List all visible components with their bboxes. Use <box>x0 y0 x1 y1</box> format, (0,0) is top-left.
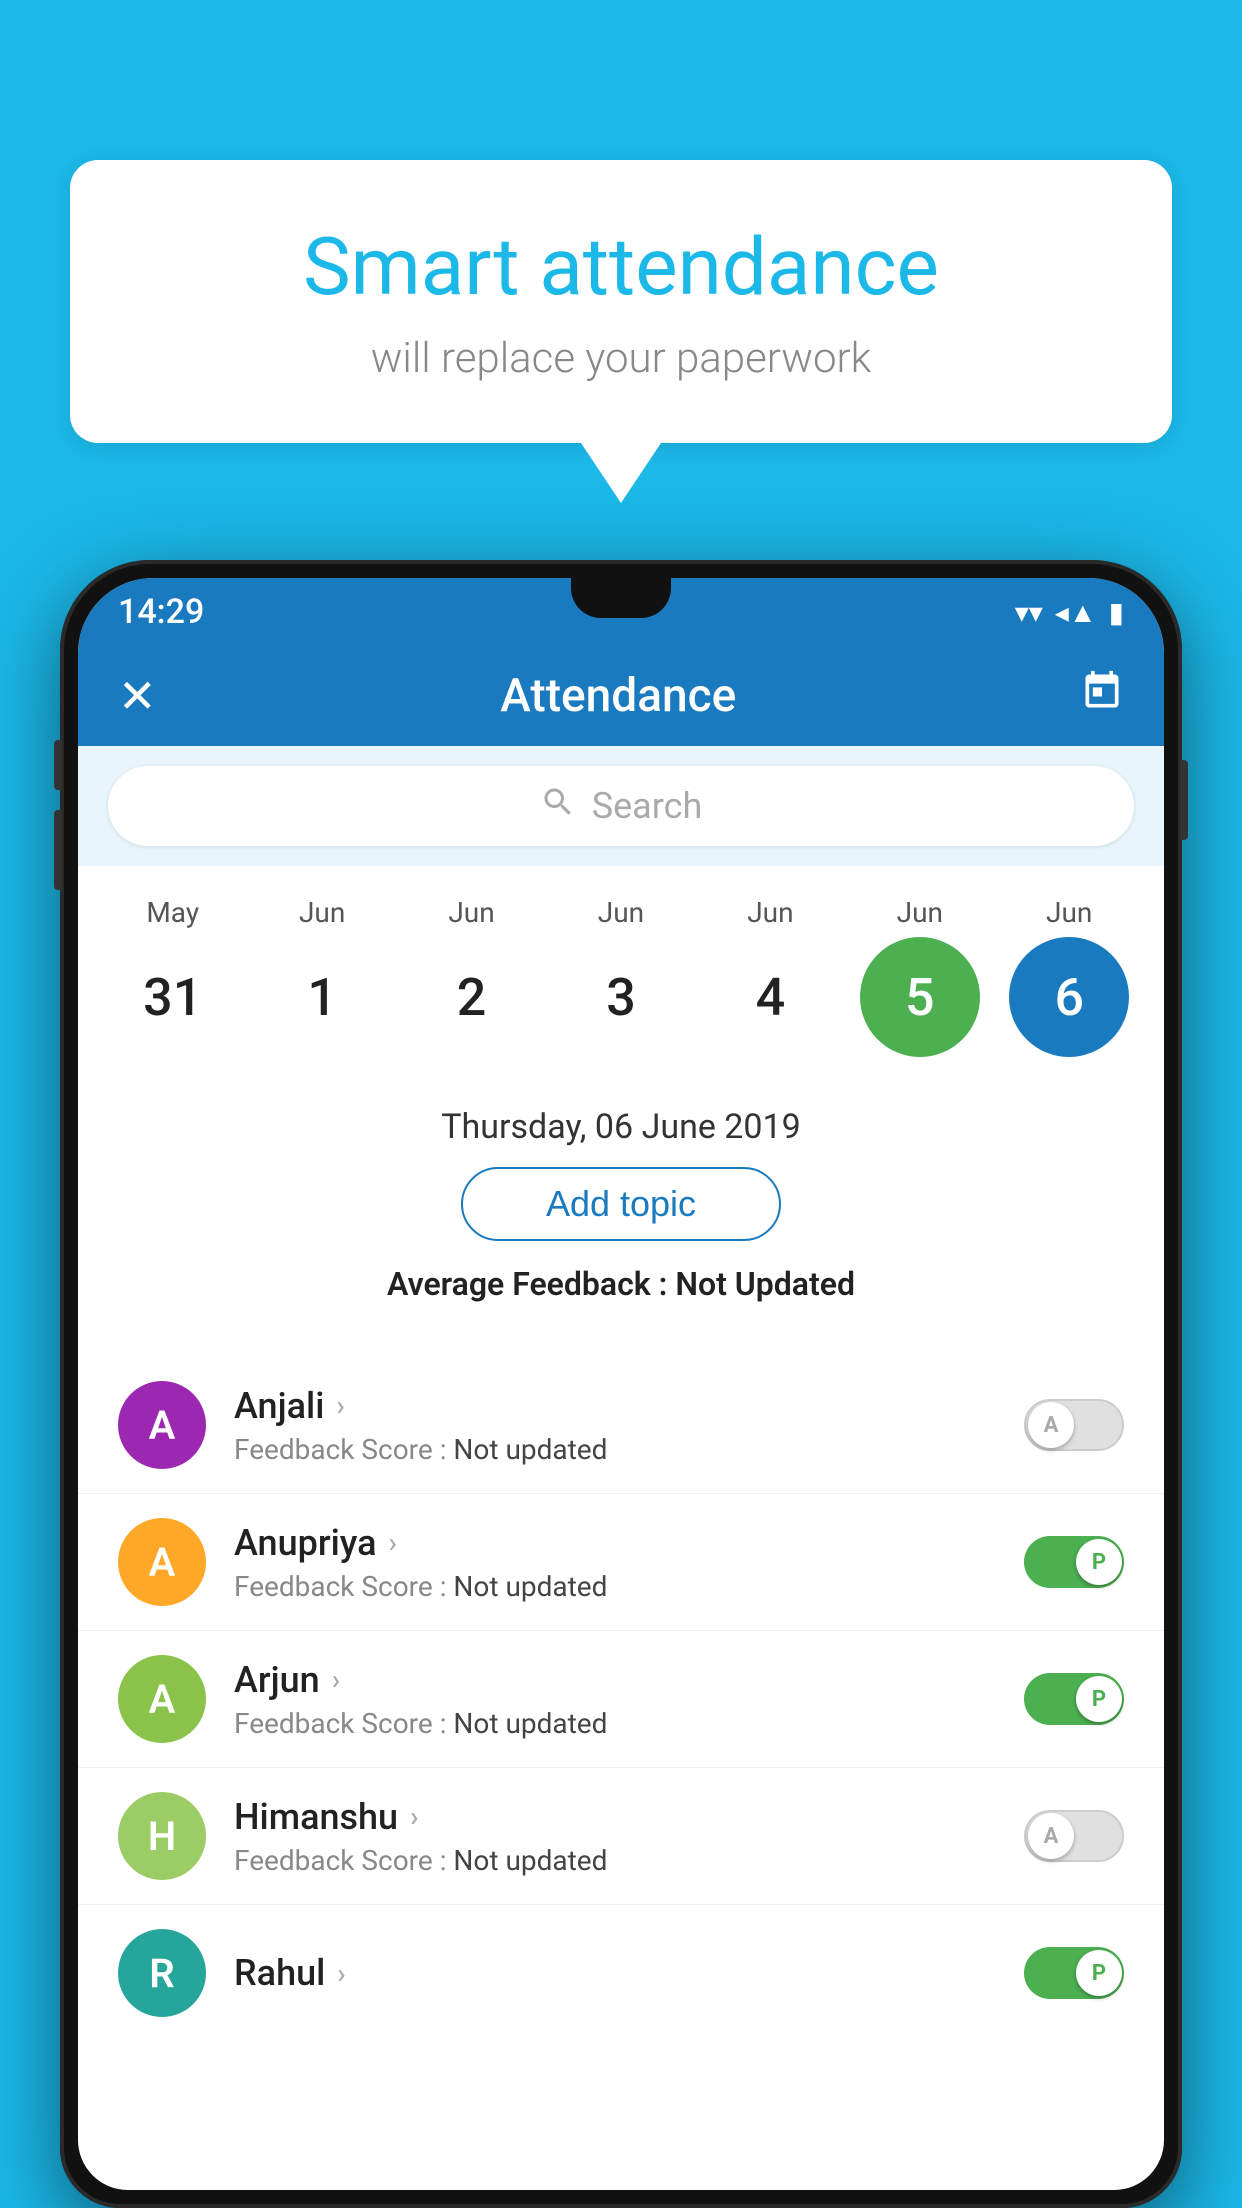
student-info-arjun: Arjun › Feedback Score : Not updated <box>234 1659 1024 1740</box>
day-2[interactable]: 2 <box>412 937 532 1057</box>
attendance-toggle-anjali[interactable]: A <box>1024 1399 1124 1451</box>
student-item-anjali[interactable]: A Anjali › Feedback Score : Not updated … <box>78 1357 1164 1494</box>
avatar-arjun: A <box>118 1655 206 1743</box>
battery-icon: ▮ <box>1109 596 1124 629</box>
student-item-arjun[interactable]: A Arjun › Feedback Score : Not updated P <box>78 1631 1164 1768</box>
avg-feedback-value: Not Updated <box>675 1265 855 1303</box>
search-placeholder: Search <box>592 785 703 827</box>
student-feedback-anjali: Feedback Score : Not updated <box>234 1433 1024 1466</box>
chevron-icon: › <box>336 1389 344 1422</box>
student-name-rahul: Rahul › <box>234 1952 1024 1994</box>
speech-bubble-arrow <box>581 443 661 503</box>
avg-feedback-label: Average Feedback : <box>387 1265 675 1303</box>
month-jun3: Jun <box>561 896 681 929</box>
volume-down-button <box>54 810 62 890</box>
student-list: A Anjali › Feedback Score : Not updated … <box>78 1357 1164 2041</box>
student-name-arjun: Arjun › <box>234 1659 1024 1701</box>
chevron-icon: › <box>337 1957 345 1990</box>
notch <box>571 578 671 618</box>
student-info-anjali: Anjali › Feedback Score : Not updated <box>234 1385 1024 1466</box>
speech-bubble: Smart attendance will replace your paper… <box>70 160 1172 443</box>
status-icons: ▾▾ ◂▲ ▮ <box>1015 596 1124 629</box>
attendance-toggle-rahul[interactable]: P <box>1024 1947 1124 1999</box>
day-3[interactable]: 3 <box>561 937 681 1057</box>
student-feedback-anupriya: Feedback Score : Not updated <box>234 1570 1024 1603</box>
day-row: 31 1 2 3 4 5 6 <box>98 937 1144 1057</box>
app-bar-title: Attendance <box>500 669 736 723</box>
search-bar[interactable]: Search <box>108 766 1134 846</box>
toggle-knob-arjun: P <box>1076 1676 1122 1722</box>
phone-frame: 14:29 ▾▾ ◂▲ ▮ ✕ Attendance <box>60 560 1182 2208</box>
speech-bubble-container: Smart attendance will replace your paper… <box>70 160 1172 503</box>
power-button <box>1180 760 1188 840</box>
avatar-rahul: R <box>118 1929 206 2017</box>
day-5[interactable]: 5 <box>860 937 980 1057</box>
attendance-toggle-himanshu[interactable]: A <box>1024 1810 1124 1862</box>
student-name-himanshu: Himanshu › <box>234 1796 1024 1838</box>
month-jun1: Jun <box>262 896 382 929</box>
signal-icon: ◂▲ <box>1055 596 1097 629</box>
student-item-anupriya[interactable]: A Anupriya › Feedback Score : Not update… <box>78 1494 1164 1631</box>
chevron-icon: › <box>332 1663 340 1696</box>
month-jun4: Jun <box>710 896 830 929</box>
phone-body: 14:29 ▾▾ ◂▲ ▮ ✕ Attendance <box>60 560 1182 2208</box>
student-feedback-himanshu: Feedback Score : Not updated <box>234 1844 1024 1877</box>
status-time: 14:29 <box>118 592 204 632</box>
avatar-himanshu: H <box>118 1792 206 1880</box>
month-jun6: Jun <box>1009 896 1129 929</box>
attendance-toggle-anupriya[interactable]: P <box>1024 1536 1124 1588</box>
speech-bubble-title: Smart attendance <box>150 220 1092 314</box>
month-may: May <box>113 896 233 929</box>
month-row: May Jun Jun Jun Jun Jun Jun <box>98 896 1144 929</box>
toggle-himanshu[interactable]: A <box>1024 1810 1124 1862</box>
student-info-himanshu: Himanshu › Feedback Score : Not updated <box>234 1796 1024 1877</box>
day-31[interactable]: 31 <box>113 937 233 1057</box>
toggle-arjun[interactable]: P <box>1024 1673 1124 1725</box>
student-name-anjali: Anjali › <box>234 1385 1024 1427</box>
chevron-icon: › <box>389 1526 397 1559</box>
volume-up-button <box>54 740 62 790</box>
app-bar: ✕ Attendance <box>78 646 1164 746</box>
toggle-anjali[interactable]: A <box>1024 1399 1124 1451</box>
content-area: Thursday, 06 June 2019 Add topic Average… <box>78 1077 1164 1357</box>
toggle-knob-rahul: P <box>1076 1950 1122 1996</box>
toggle-knob-anupriya: P <box>1076 1539 1122 1585</box>
calendar-icon[interactable] <box>1080 669 1124 723</box>
phone-screen: 14:29 ▾▾ ◂▲ ▮ ✕ Attendance <box>78 578 1164 2190</box>
month-jun2: Jun <box>412 896 532 929</box>
student-item-himanshu[interactable]: H Himanshu › Feedback Score : Not update… <box>78 1768 1164 1905</box>
chevron-icon: › <box>410 1800 418 1833</box>
avg-feedback: Average Feedback : Not Updated <box>118 1265 1124 1303</box>
toggle-knob-anjali: A <box>1028 1402 1074 1448</box>
student-name-anupriya: Anupriya › <box>234 1522 1024 1564</box>
add-topic-button[interactable]: Add topic <box>461 1167 781 1241</box>
student-feedback-arjun: Feedback Score : Not updated <box>234 1707 1024 1740</box>
toggle-anupriya[interactable]: P <box>1024 1536 1124 1588</box>
day-1[interactable]: 1 <box>262 937 382 1057</box>
speech-bubble-subtitle: will replace your paperwork <box>150 334 1092 383</box>
date-picker: May Jun Jun Jun Jun Jun Jun 31 1 2 3 4 5… <box>78 866 1164 1077</box>
avatar-anjali: A <box>118 1381 206 1469</box>
student-info-anupriya: Anupriya › Feedback Score : Not updated <box>234 1522 1024 1603</box>
selected-date-label: Thursday, 06 June 2019 <box>118 1107 1124 1147</box>
day-6[interactable]: 6 <box>1009 937 1129 1057</box>
attendance-toggle-arjun[interactable]: P <box>1024 1673 1124 1725</box>
toggle-rahul[interactable]: P <box>1024 1947 1124 1999</box>
student-item-rahul[interactable]: R Rahul › P <box>78 1905 1164 2041</box>
wifi-icon: ▾▾ <box>1015 596 1043 629</box>
search-icon <box>540 784 576 829</box>
search-container: Search <box>78 746 1164 866</box>
day-4[interactable]: 4 <box>710 937 830 1057</box>
avatar-anupriya: A <box>118 1518 206 1606</box>
toggle-knob-himanshu: A <box>1028 1813 1074 1859</box>
student-info-rahul: Rahul › <box>234 1952 1024 1994</box>
month-jun5: Jun <box>860 896 980 929</box>
close-button[interactable]: ✕ <box>118 669 157 724</box>
